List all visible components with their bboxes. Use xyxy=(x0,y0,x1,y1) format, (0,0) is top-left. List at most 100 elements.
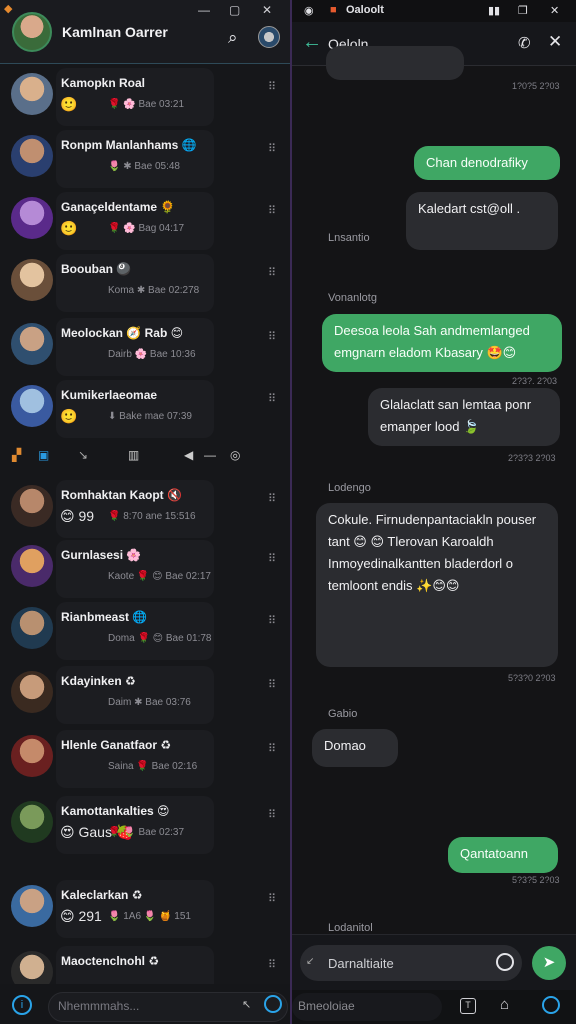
chat-list-item[interactable]: Kamottankalties 😍 😍 Gaus 🍓 🌹 🌷 Bae 02:37 ⠿ xyxy=(0,796,290,856)
window-title-bar: ◉ ■ Oaloolt ▮▮ ❐ ✕ xyxy=(292,0,576,22)
contact-avatar[interactable] xyxy=(11,197,53,239)
window-close-icon[interactable]: ✕ xyxy=(550,4,559,17)
chat-meta: Doma 🌹 😊 Bae 01:78 xyxy=(108,633,212,644)
sender-label: Lnsantio xyxy=(328,232,370,244)
chat-list-item[interactable]: Gurnlasesi 🌸 Kaote 🌹 😊 Bae 02:17 ⠿ xyxy=(0,540,290,600)
cursor-icon[interactable]: ↘ xyxy=(78,448,88,462)
message-bubble-outgoing[interactable]: Qantatoann xyxy=(448,837,558,873)
camera-icon: ◉ xyxy=(304,5,314,17)
sender-label: Vonanlotg xyxy=(328,292,377,304)
drag-handle-icon[interactable]: ⠿ xyxy=(268,142,276,155)
drag-handle-icon[interactable]: ⠿ xyxy=(268,552,276,565)
message-bubble-incoming[interactable]: Glalaclatt san lemtaa ponr emanper lood … xyxy=(368,388,560,446)
lock-icon[interactable] xyxy=(542,996,560,1014)
send-button[interactable]: ➤ xyxy=(532,946,566,980)
close-conversation-icon[interactable]: ✕ xyxy=(548,32,562,52)
drag-handle-icon[interactable]: ⠿ xyxy=(268,80,276,93)
account-avatar[interactable] xyxy=(258,26,280,48)
info-icon[interactable]: i xyxy=(12,995,32,1015)
sender-label: Lodengo xyxy=(328,482,371,494)
chat-list-item[interactable]: Romhaktan Kaopt 🔇 😊 99 🌹 8:70 ane 15:516 ⠿ xyxy=(0,480,290,540)
message-time: 5?3?0 2?03 xyxy=(508,673,556,683)
drag-handle-icon[interactable]: ⠿ xyxy=(268,492,276,505)
chat-meta: ⬇ Bake mae 07:39 xyxy=(108,411,192,422)
chat-list-item[interactable]: Hlenle Ganatfaor ♻ Saina 🌹 Bae 02:16 ⠿ xyxy=(0,730,290,790)
bottom-search-placeholder: Bmeoloiae xyxy=(298,999,355,1013)
drag-handle-icon[interactable]: ⠿ xyxy=(268,392,276,405)
phone-icon[interactable]: ✆ xyxy=(518,34,531,52)
back-arrow-icon[interactable]: ← xyxy=(302,31,322,54)
chat-list-item[interactable]: Kamopkn Roal 🙂 🌹 🌸 Bae 03:21 ⠿ xyxy=(0,68,290,128)
left-bottom-bar: i Nhemmmahs... ↖ xyxy=(0,984,290,1024)
profile-avatar[interactable] xyxy=(12,12,52,52)
drag-handle-icon[interactable]: ⠿ xyxy=(268,958,276,971)
contact-name: Kaleclarkan ♻ xyxy=(61,888,143,902)
target-icon[interactable]: ◎ xyxy=(230,448,240,462)
contact-avatar[interactable] xyxy=(11,385,53,427)
drag-handle-icon[interactable]: ⠿ xyxy=(268,614,276,627)
message-bubble-incoming[interactable]: Domao xyxy=(312,729,398,767)
contact-avatar[interactable] xyxy=(11,545,53,587)
message-bubble-incoming[interactable]: Kaledart cst@oll . xyxy=(406,192,558,250)
contact-name: Kumikerlaeomae xyxy=(61,388,158,402)
last-message-preview: 😊 99 xyxy=(60,508,95,524)
drag-handle-icon[interactable]: ⠿ xyxy=(268,266,276,279)
chat-list-item[interactable]: Kdayinken ♻ Daim ✱ Bae 03:76 ⠿ xyxy=(0,666,290,726)
chat-list-item[interactable]: Boouban 🎱 Koma ✱ Bae 02:278 ⠿ xyxy=(0,254,290,314)
chat-meta: Dairb 🌸 Bae 10:36 xyxy=(108,349,196,360)
attach-icon[interactable]: ↙ xyxy=(306,956,314,967)
drag-handle-icon[interactable]: ⠿ xyxy=(268,742,276,755)
minus-icon[interactable]: — xyxy=(204,448,216,462)
contact-avatar[interactable] xyxy=(11,73,53,115)
restore-icon[interactable]: ❐ xyxy=(518,4,528,17)
drag-handle-icon[interactable]: ⠿ xyxy=(268,330,276,343)
drag-handle-icon[interactable]: ⠿ xyxy=(268,808,276,821)
message-bubble-partial[interactable] xyxy=(326,46,464,80)
circle-icon[interactable] xyxy=(264,995,282,1013)
emoji-icon[interactable] xyxy=(496,953,514,971)
message-time: 5?3?5 2?03 xyxy=(512,875,560,885)
chat-list-item[interactable]: Kaleclarkan ♻ 😊 291 🌷 1A6 🌷 🍯 151 ⠿ xyxy=(0,880,290,940)
chat-meta: 🌹 🌸 Bae 03:21 xyxy=(108,99,185,110)
contact-avatar[interactable] xyxy=(11,323,53,365)
message-bubble-incoming[interactable]: Cokule. Firnudenpantaciakln pouser tant … xyxy=(316,503,558,667)
bookmark-icon[interactable]: ▥ xyxy=(128,448,139,462)
cube-icon[interactable]: ▞ xyxy=(12,448,21,462)
drag-handle-icon[interactable]: ⠿ xyxy=(268,892,276,905)
message-input-value[interactable]: Darnaltiaite xyxy=(328,956,394,971)
arrow-left-icon[interactable]: ◀ xyxy=(184,448,193,462)
contact-name: Meolockan 🧭 Rab 😊 xyxy=(61,326,184,340)
drag-handle-icon[interactable]: ⠿ xyxy=(268,678,276,691)
contact-name: Gurnlasesi 🌸 xyxy=(61,548,142,562)
contact-avatar[interactable] xyxy=(11,259,53,301)
contact-avatar[interactable] xyxy=(11,135,53,177)
last-message-preview: 🙂 xyxy=(60,408,78,424)
home-icon[interactable]: ⌂ xyxy=(500,996,509,1013)
contact-avatar[interactable] xyxy=(11,801,53,843)
contact-name: Romhaktan Kaopt 🔇 xyxy=(61,488,182,502)
close-icon[interactable]: ✕ xyxy=(262,3,272,17)
message-bubble-outgoing[interactable]: Deesoa leola Sah andmemlanged emgnarn el… xyxy=(322,314,562,372)
minimize-icon[interactable]: — xyxy=(198,3,210,17)
chat-list-item[interactable]: Kumikerlaeomae 🙂 ⬇ Bake mae 07:39 ⠿ xyxy=(0,380,290,440)
contact-avatar[interactable] xyxy=(11,485,53,527)
drag-handle-icon[interactable]: ⠿ xyxy=(268,204,276,217)
message-bubble-outgoing[interactable]: Chan denodrafiky xyxy=(414,146,560,180)
contact-avatar[interactable] xyxy=(11,607,53,649)
chat-list-item[interactable]: Ganaçeldentame 🌻 🙂 🌹 🌸 Bag 04:17 ⠿ xyxy=(0,192,290,252)
search-icon[interactable]: ⌕ xyxy=(228,28,238,48)
message-time: 1?0?5 2?03 xyxy=(512,81,560,91)
app-badge-icon: ■ xyxy=(330,4,337,16)
chat-meta: 🌹 🌷 Bae 02:37 xyxy=(108,827,185,838)
text-icon[interactable]: T xyxy=(460,998,476,1014)
chat-list-item[interactable]: Rianbmeast 🌐 Doma 🌹 😊 Bae 01:78 ⠿ xyxy=(0,602,290,662)
maximize-icon[interactable]: ▢ xyxy=(229,3,240,17)
contact-avatar[interactable] xyxy=(11,671,53,713)
square-icon[interactable]: ▣ xyxy=(38,448,49,462)
chat-meta: 🌹 🌸 Bag 04:17 xyxy=(108,223,185,234)
contact-avatar[interactable] xyxy=(11,885,53,927)
chat-list-item[interactable]: Meolockan 🧭 Rab 😊 Dairb 🌸 Bae 10:36 ⠿ xyxy=(0,318,290,378)
chat-list-item[interactable]: Ronpm Manlanhams 🌐 🌷 ✱ Bae 05:48 ⠿ xyxy=(0,130,290,190)
contact-name: Hlenle Ganatfaor ♻ xyxy=(61,738,172,752)
contact-avatar[interactable] xyxy=(11,735,53,777)
